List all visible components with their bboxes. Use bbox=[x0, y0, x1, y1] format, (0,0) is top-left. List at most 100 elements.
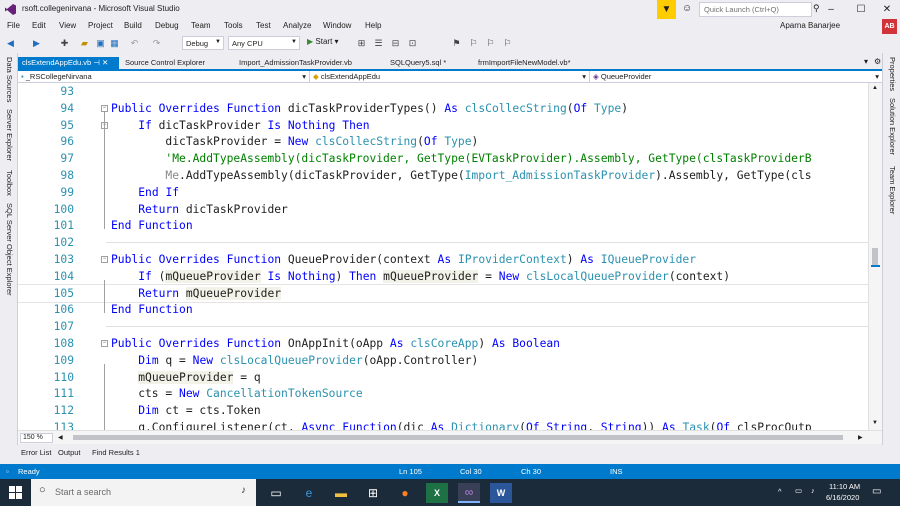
line-number: 106 bbox=[53, 303, 74, 317]
redo-icon[interactable]: ↷ bbox=[150, 37, 163, 50]
new-project-icon[interactable]: ✚ bbox=[58, 37, 71, 50]
scroll-down-icon[interactable]: ▼ bbox=[872, 420, 878, 426]
tab-error-list[interactable]: Error List bbox=[21, 448, 51, 457]
open-folder-icon[interactable]: ▰ bbox=[78, 37, 91, 50]
code-line: 104 If (mQueueProvider Is Nothing) Then … bbox=[18, 268, 868, 285]
vertical-scrollbar[interactable]: ▲ ▼ bbox=[868, 83, 882, 430]
collapse-outline-icon[interactable]: − bbox=[101, 256, 108, 263]
toolbar-icon[interactable]: ☰ bbox=[372, 37, 385, 50]
bookmark-clear-icon[interactable]: ⚐ bbox=[501, 37, 514, 50]
tab-import-admission-task-provider[interactable]: Import_AdmissionTaskProvider.vb bbox=[235, 57, 356, 69]
volume-icon[interactable]: ♪ bbox=[811, 486, 815, 495]
sql-server-object-explorer-tab[interactable]: SQL Server Object Explorer bbox=[5, 203, 14, 296]
collapse-outline-icon[interactable]: − bbox=[101, 340, 108, 347]
edge-icon[interactable]: e bbox=[298, 483, 320, 503]
action-center-icon[interactable]: ▭ bbox=[872, 486, 881, 497]
member-select[interactable]: ◈ QueueProvider ▾ bbox=[590, 71, 882, 83]
line-number: 109 bbox=[53, 353, 74, 367]
scroll-right-icon[interactable]: ▶ bbox=[858, 434, 863, 441]
notifications-flag-icon[interactable]: ▼ bbox=[657, 0, 676, 19]
comment-icon[interactable]: ⊟ bbox=[389, 37, 402, 50]
clock-date[interactable]: 6/16/2020 bbox=[826, 493, 859, 502]
class-select[interactable]: ◆ clsExtendAppEdu ▾ bbox=[310, 71, 590, 83]
menu-test[interactable]: Test bbox=[256, 21, 271, 30]
user-name[interactable]: Aparna Banarjee bbox=[780, 21, 840, 30]
back-icon[interactable]: ◀ bbox=[4, 37, 17, 50]
scroll-up-icon[interactable]: ▲ bbox=[872, 85, 878, 91]
tab-output[interactable]: Output bbox=[58, 448, 81, 457]
store-icon[interactable]: ⊞ bbox=[362, 483, 384, 503]
code-line: 112 Dim ct = cts.Token bbox=[18, 402, 868, 419]
task-view-icon[interactable]: ▭ bbox=[265, 483, 287, 503]
team-explorer-tab[interactable]: Team Explorer bbox=[888, 166, 897, 214]
pin-icon[interactable]: ⊣ bbox=[93, 58, 100, 67]
class-icon: ◆ bbox=[313, 72, 319, 81]
menu-debug[interactable]: Debug bbox=[155, 21, 179, 30]
menu-tools[interactable]: Tools bbox=[224, 21, 243, 30]
zoom-select[interactable]: 150 % bbox=[20, 433, 53, 443]
code-editor[interactable]: 93 94 Public Overrides Function dicTaskPro… bbox=[18, 83, 868, 430]
tab-sqlquery5[interactable]: SQLQuery5.sql * bbox=[386, 57, 450, 69]
bookmark-prev-icon[interactable]: ⚐ bbox=[467, 37, 480, 50]
line-number: 93 bbox=[60, 85, 74, 98]
menu-help[interactable]: Help bbox=[365, 21, 381, 30]
feedback-icon[interactable]: ☺ bbox=[682, 3, 692, 14]
clock-time[interactable]: 11:10 AM bbox=[829, 482, 860, 491]
windows-start-icon[interactable] bbox=[9, 486, 22, 499]
menu-edit[interactable]: Edit bbox=[32, 21, 46, 30]
menu-view[interactable]: View bbox=[59, 21, 76, 30]
vertical-scroll-thumb[interactable] bbox=[872, 248, 878, 265]
bookmark-next-icon[interactable]: ⚐ bbox=[484, 37, 497, 50]
tray-chevron-up-icon[interactable]: ^ bbox=[778, 487, 782, 496]
avatar[interactable]: AB bbox=[882, 19, 897, 34]
save-icon[interactable]: ▣ bbox=[94, 37, 107, 50]
horizontal-scroll-thumb[interactable] bbox=[73, 435, 843, 440]
horizontal-scrollbar[interactable]: 150 % ◀ ▶ bbox=[18, 430, 882, 444]
menu-bar: File Edit View Project Build Debug Team … bbox=[0, 19, 900, 34]
attach-icon[interactable]: ⊞ bbox=[355, 37, 368, 50]
line-number: 98 bbox=[60, 169, 74, 182]
menu-window[interactable]: Window bbox=[323, 21, 351, 30]
visual-studio-taskbar-icon[interactable]: ∞ bbox=[458, 483, 480, 503]
microphone-icon[interactable]: ♪ bbox=[241, 485, 246, 496]
uncomment-icon[interactable]: ⊡ bbox=[406, 37, 419, 50]
code-line: 97 'Me.AddTypeAssembly(dicTaskProvider, … bbox=[18, 150, 868, 167]
toolbox-tab[interactable]: Toolbox bbox=[5, 170, 14, 196]
settings-gear-icon[interactable]: ⚙ bbox=[874, 57, 881, 66]
tab-source-control-explorer[interactable]: Source Control Explorer bbox=[121, 57, 209, 69]
network-icon[interactable]: ▭ bbox=[795, 486, 802, 495]
tab-find-results-1[interactable]: Find Results 1 bbox=[92, 448, 140, 457]
forward-icon[interactable]: ▶ bbox=[30, 37, 43, 50]
menu-project[interactable]: Project bbox=[88, 21, 113, 30]
tab-frm-import-file-new-model[interactable]: frmImportFileNewModel.vb* bbox=[474, 57, 575, 69]
close-icon[interactable]: ✕ bbox=[102, 58, 108, 67]
solution-configuration-select[interactable]: Debug ▼ bbox=[182, 36, 224, 50]
collapse-outline-icon[interactable]: − bbox=[101, 104, 108, 112]
server-explorer-tab[interactable]: Server Explorer bbox=[5, 109, 14, 161]
excel-icon[interactable]: X bbox=[426, 483, 448, 503]
menu-build[interactable]: Build bbox=[124, 21, 142, 30]
menu-team[interactable]: Team bbox=[191, 21, 211, 30]
data-sources-tab[interactable]: Data Sources bbox=[5, 57, 14, 102]
solution-platform-select[interactable]: Any CPU ▼ bbox=[228, 36, 300, 50]
tab-clsextendappedu[interactable]: clsExtendAppEdu.vb ⊣ ✕ bbox=[18, 57, 119, 69]
menu-analyze[interactable]: Analyze bbox=[283, 21, 311, 30]
minimize-button[interactable]: – bbox=[816, 0, 846, 19]
firefox-icon[interactable]: ● bbox=[394, 483, 416, 503]
quick-launch-input[interactable]: Quick Launch (Ctrl+Q) bbox=[699, 2, 812, 17]
bookmark-icon[interactable]: ⚑ bbox=[450, 37, 463, 50]
close-button[interactable]: ✕ bbox=[872, 0, 900, 19]
line-number: 101 bbox=[53, 219, 74, 233]
properties-tab[interactable]: Properties bbox=[888, 57, 897, 91]
project-select[interactable]: ▪ _RSCollegeNirvana ▾ bbox=[18, 71, 310, 83]
undo-icon[interactable]: ↶ bbox=[128, 37, 141, 50]
file-explorer-icon[interactable]: ▬ bbox=[330, 483, 352, 503]
start-button[interactable]: ▶ Start ▾ bbox=[307, 37, 339, 46]
word-icon[interactable]: W bbox=[490, 483, 512, 503]
solution-explorer-tab[interactable]: Solution Explorer bbox=[888, 98, 897, 155]
menu-file[interactable]: File bbox=[7, 21, 20, 30]
tab-overflow-chevron-down-icon[interactable]: ▾ bbox=[864, 57, 868, 66]
save-all-icon[interactable]: ▦ bbox=[108, 37, 121, 50]
taskbar-search-input[interactable]: ○ Start a search ♪ bbox=[31, 479, 256, 506]
scroll-left-icon[interactable]: ◀ bbox=[58, 434, 63, 441]
